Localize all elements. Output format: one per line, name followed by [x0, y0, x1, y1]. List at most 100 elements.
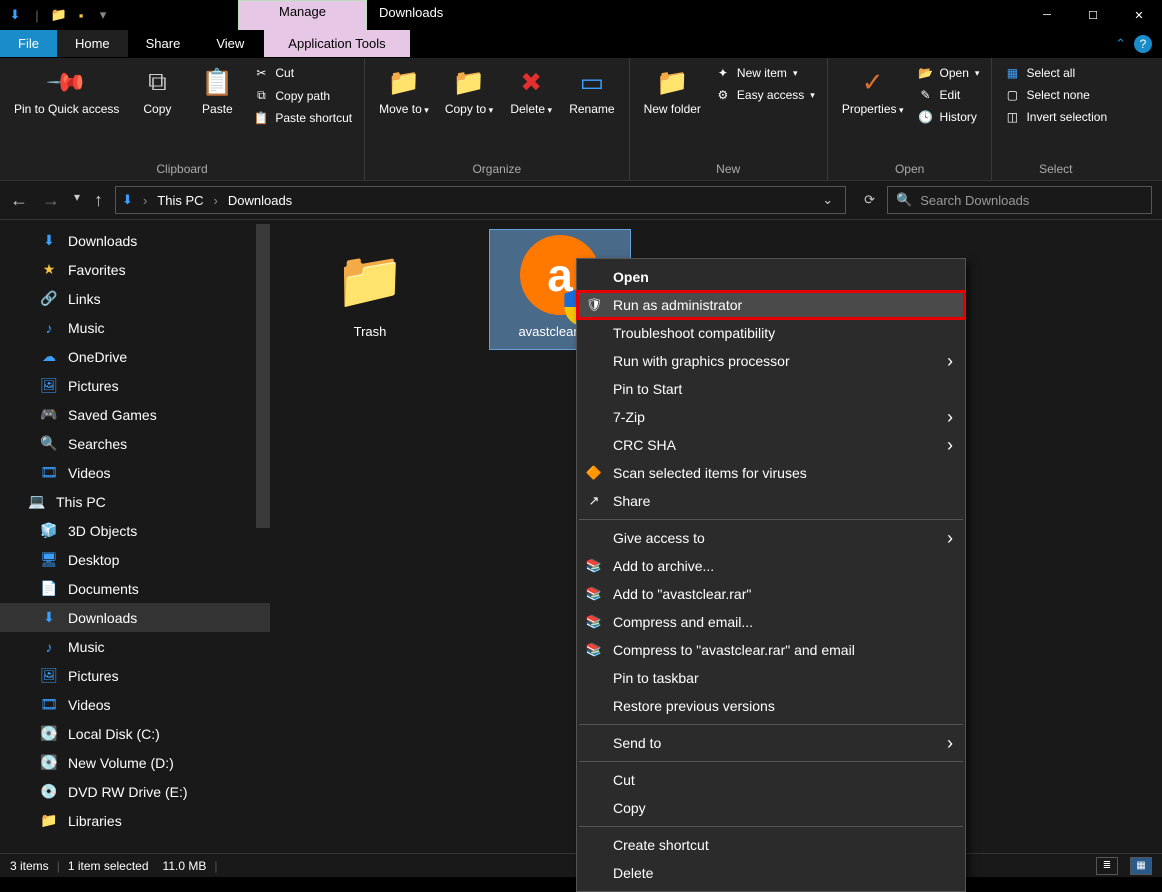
sidebar-item-downloads[interactable]: ⬇Downloads: [0, 603, 270, 632]
close-button[interactable]: ✕: [1116, 0, 1162, 30]
sidebar-scrollbar[interactable]: [256, 224, 270, 528]
window-controls: ─ ☐ ✕: [1024, 0, 1162, 30]
maximize-button[interactable]: ☐: [1070, 0, 1116, 30]
breadcrumb-this-pc[interactable]: This PC: [157, 193, 203, 208]
context-item-send-to[interactable]: Send to: [577, 729, 965, 757]
sidebar-item-documents[interactable]: 📄Documents: [0, 574, 270, 603]
open-button[interactable]: 📂Open: [914, 64, 984, 82]
navigation-pane[interactable]: ⬇Downloads★Favorites🔗Links♪Music☁OneDriv…: [0, 220, 270, 853]
view-tab[interactable]: View: [198, 30, 262, 57]
down-arrow-icon[interactable]: ⬇: [4, 4, 26, 26]
select-all-button[interactable]: ▦Select all: [1000, 64, 1111, 82]
context-item-give-access-to[interactable]: Give access to: [577, 524, 965, 552]
context-item-share[interactable]: ↗Share: [577, 487, 965, 515]
file-item-trash[interactable]: 📁Trash: [300, 230, 440, 349]
context-item-crc-sha[interactable]: CRC SHA: [577, 431, 965, 459]
forward-button[interactable]: →: [42, 190, 60, 211]
sidebar-item-music[interactable]: ♪Music: [0, 632, 270, 661]
delete-button[interactable]: ✖Delete: [503, 62, 559, 119]
context-item-label: Open: [613, 269, 649, 285]
folder-plain-icon[interactable]: ▪: [70, 4, 92, 26]
context-item-scan-selected-items-for-viruses[interactable]: 🔶Scan selected items for viruses: [577, 459, 965, 487]
context-item-pin-to-start[interactable]: Pin to Start: [577, 375, 965, 403]
context-item-open[interactable]: Open: [577, 263, 965, 291]
minimize-button[interactable]: ─: [1024, 0, 1070, 30]
sidebar-item-onedrive[interactable]: ☁OneDrive: [0, 342, 270, 371]
back-button[interactable]: ←: [10, 190, 28, 211]
invert-selection-button[interactable]: ◫Invert selection: [1000, 108, 1111, 126]
folder-check-icon[interactable]: 📁: [48, 4, 70, 26]
copy-to-button[interactable]: 📁Copy to: [439, 62, 499, 119]
context-item-create-shortcut[interactable]: Create shortcut: [577, 831, 965, 859]
sidebar-item-libraries[interactable]: 📁Libraries: [0, 806, 270, 835]
move-to-button[interactable]: 📁Move to: [373, 62, 435, 119]
sidebar-item-pictures[interactable]: 🖼Pictures: [0, 371, 270, 400]
cut-button[interactable]: ✂Cut: [249, 64, 356, 82]
properties-button[interactable]: ✓Properties: [836, 62, 910, 119]
sidebar-item-downloads[interactable]: ⬇Downloads: [0, 226, 270, 255]
context-item-7-zip[interactable]: 7-Zip: [577, 403, 965, 431]
copy-button[interactable]: ⧉ Copy: [129, 62, 185, 118]
context-item-add-to-avastclear-rar-[interactable]: 📚Add to "avastclear.rar": [577, 580, 965, 608]
copy-path-button[interactable]: ⧉Copy path: [249, 86, 356, 105]
history-button[interactable]: 🕓History: [914, 108, 984, 126]
details-view-button[interactable]: ≣: [1096, 857, 1118, 875]
edit-button[interactable]: ✎Edit: [914, 86, 984, 104]
new-item-button[interactable]: ✦New item: [711, 64, 819, 82]
refresh-button[interactable]: ⟳: [858, 192, 881, 208]
collapse-ribbon-icon[interactable]: ⌃: [1115, 36, 1126, 52]
sidebar-item-favorites[interactable]: ★Favorites: [0, 255, 270, 284]
sidebar-item-new-volume-d-[interactable]: 💽New Volume (D:): [0, 748, 270, 777]
manage-contextual-tab[interactable]: Manage: [238, 0, 367, 30]
pin-to-quick-access-button[interactable]: 📌 Pin to Quick access: [8, 62, 125, 118]
sidebar-item-saved-games[interactable]: 🎮Saved Games: [0, 400, 270, 429]
sidebar-item-videos[interactable]: 🎞Videos: [0, 458, 270, 487]
sidebar-item-links[interactable]: 🔗Links: [0, 284, 270, 313]
sidebar-item-searches[interactable]: 🔍Searches: [0, 429, 270, 458]
context-item-pin-to-taskbar[interactable]: Pin to taskbar: [577, 664, 965, 692]
new-folder-icon: 📁: [654, 64, 690, 100]
sidebar-item-icon: 🧊: [40, 522, 58, 539]
sidebar-item-pictures[interactable]: 🖼Pictures: [0, 661, 270, 690]
sidebar-item-music[interactable]: ♪Music: [0, 313, 270, 342]
sidebar-item-icon: 🖼: [40, 667, 58, 684]
breadcrumb-downloads[interactable]: Downloads: [228, 193, 292, 208]
easy-access-button[interactable]: ⚙Easy access: [711, 86, 819, 104]
address-dropdown-icon[interactable]: ⌄: [816, 192, 839, 208]
context-item-compress-to-avastclear-rar-and-email[interactable]: 📚Compress to "avastclear.rar" and email: [577, 636, 965, 664]
new-folder-button[interactable]: 📁New folder: [638, 62, 707, 118]
context-item-run-with-graphics-processor[interactable]: Run with graphics processor: [577, 347, 965, 375]
sidebar-item-dvd-rw-drive-e-[interactable]: 💿DVD RW Drive (E:): [0, 777, 270, 806]
sidebar-item-icon: ♪: [40, 320, 58, 336]
context-item-run-as-administrator[interactable]: 🛡Run as administrator: [577, 291, 965, 319]
paste-shortcut-button[interactable]: 📋Paste shortcut: [249, 109, 356, 127]
qat-overflow-icon[interactable]: ▾: [92, 4, 114, 26]
context-item-delete[interactable]: Delete: [577, 859, 965, 887]
up-button[interactable]: ↑: [94, 190, 103, 211]
home-tab[interactable]: Home: [57, 30, 128, 57]
large-icons-view-button[interactable]: ▦: [1130, 857, 1152, 875]
context-item-restore-previous-versions[interactable]: Restore previous versions: [577, 692, 965, 720]
share-tab[interactable]: Share: [128, 30, 199, 57]
context-item-copy[interactable]: Copy: [577, 794, 965, 822]
search-box[interactable]: 🔍 Search Downloads: [887, 186, 1152, 214]
address-bar[interactable]: ⬇ This PC Downloads ⌄: [115, 186, 846, 214]
context-item-add-to-archive-[interactable]: 📚Add to archive...: [577, 552, 965, 580]
select-none-button[interactable]: ▢Select none: [1000, 86, 1111, 104]
sidebar-item-label: Links: [68, 291, 101, 307]
context-item-troubleshoot-compatibility[interactable]: Troubleshoot compatibility: [577, 319, 965, 347]
rename-button[interactable]: ▭Rename: [563, 62, 620, 118]
context-item-cut[interactable]: Cut: [577, 766, 965, 794]
sidebar-item-this-pc[interactable]: 💻This PC: [0, 487, 270, 516]
context-item-label: Create shortcut: [613, 837, 709, 853]
recent-locations-button[interactable]: ▾: [74, 190, 80, 211]
sidebar-item-desktop[interactable]: 🖥Desktop: [0, 545, 270, 574]
paste-button[interactable]: 📋 Paste: [189, 62, 245, 118]
application-tools-tab[interactable]: Application Tools: [264, 30, 409, 57]
context-item-compress-and-email-[interactable]: 📚Compress and email...: [577, 608, 965, 636]
sidebar-item-3d-objects[interactable]: 🧊3D Objects: [0, 516, 270, 545]
sidebar-item-videos[interactable]: 🎞Videos: [0, 690, 270, 719]
file-tab[interactable]: File: [0, 30, 57, 57]
sidebar-item-local-disk-c-[interactable]: 💽Local Disk (C:): [0, 719, 270, 748]
help-icon[interactable]: ?: [1134, 35, 1152, 53]
